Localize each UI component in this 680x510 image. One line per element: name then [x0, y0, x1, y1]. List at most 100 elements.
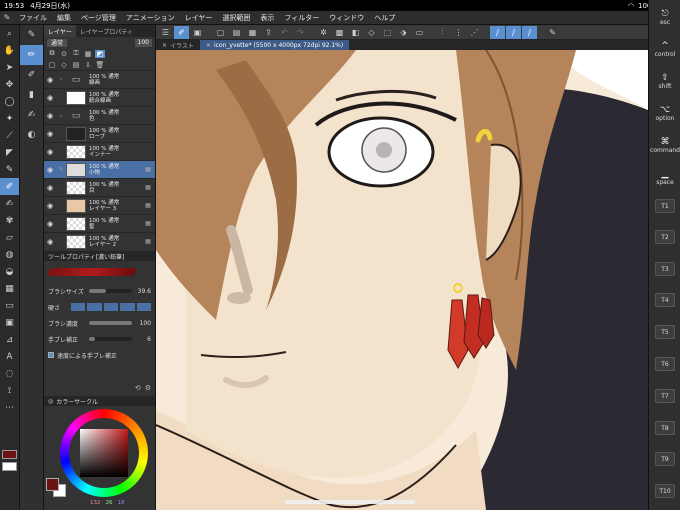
- color-wheel-tab-icon[interactable]: ◎: [48, 398, 53, 405]
- undo-icon[interactable]: ↶: [277, 26, 292, 39]
- subtool-pencil-icon[interactable]: ✎: [20, 25, 43, 45]
- airbrush-icon[interactable]: ✍: [0, 195, 19, 212]
- blend-mode-select[interactable]: 通常: [47, 38, 68, 47]
- t1-key[interactable]: T1: [655, 199, 675, 213]
- move-layer-icon[interactable]: ✥: [0, 76, 19, 93]
- blend-icon[interactable]: ◍: [0, 246, 19, 263]
- stabilization-slider[interactable]: [89, 337, 132, 341]
- eyedropper-icon[interactable]: ⟋: [0, 127, 19, 144]
- app-logo-icon[interactable]: ✎: [0, 13, 14, 22]
- settings-icon[interactable]: ⚙: [145, 384, 151, 394]
- balloon-icon[interactable]: ◌: [0, 365, 19, 382]
- layer-row[interactable]: ◉ 100 % 通常 ローブ: [44, 124, 155, 142]
- collapse-icon[interactable]: ⌄: [56, 112, 66, 119]
- pen-mode-icon[interactable]: ✐: [174, 25, 189, 39]
- layer-row[interactable]: ◉ 100 % 通常髪 ▦: [44, 214, 155, 232]
- eye-icon[interactable]: ◉: [44, 238, 56, 245]
- tool-extra-icon[interactable]: ⋯: [0, 399, 19, 416]
- speed-stab-checkbox[interactable]: [48, 352, 54, 358]
- new-raster-icon[interactable]: ▢: [47, 61, 57, 69]
- t7-key[interactable]: T7: [655, 389, 675, 403]
- t8-key[interactable]: T8: [655, 421, 675, 435]
- edit-shortcut-icon[interactable]: ✎: [545, 26, 560, 39]
- menu-layer[interactable]: レイヤー: [180, 13, 218, 23]
- pencil-tool-icon[interactable]: ✎: [0, 161, 19, 178]
- command-key[interactable]: ⌘ command: [650, 134, 680, 158]
- gradient-icon[interactable]: ▦: [0, 280, 19, 297]
- fill-icon[interactable]: ◧: [348, 26, 363, 39]
- menu-window[interactable]: ウィンドウ: [324, 13, 369, 23]
- shift-key[interactable]: ⇧ shift: [651, 70, 679, 94]
- brush-tool-icon[interactable]: ✐: [0, 178, 19, 195]
- decoration-icon[interactable]: ✾: [0, 212, 19, 229]
- mask-icon[interactable]: ◩: [95, 49, 105, 58]
- frame-icon[interactable]: ▣: [0, 314, 19, 331]
- density-slider[interactable]: [89, 321, 132, 325]
- close-icon[interactable]: ×: [162, 42, 167, 49]
- menu-file[interactable]: ファイル: [14, 13, 52, 23]
- lock-icon[interactable]: ⚿: [71, 49, 81, 58]
- hardness-option[interactable]: [71, 303, 86, 311]
- sub-color-chip[interactable]: [2, 462, 17, 471]
- eye-icon[interactable]: ◉: [44, 76, 56, 83]
- pen-icon[interactable]: ◤: [0, 144, 19, 161]
- tab-layer[interactable]: レイヤー: [44, 25, 76, 37]
- border-icon[interactable]: ▭: [412, 26, 427, 39]
- lasso-icon[interactable]: ◯: [0, 93, 19, 110]
- eye-icon[interactable]: ◉: [44, 166, 56, 173]
- subtool-pen-icon[interactable]: ✐: [20, 65, 43, 85]
- operation-icon[interactable]: ➤: [0, 59, 19, 76]
- t5-key[interactable]: T5: [655, 325, 675, 339]
- lock-transparent-icon[interactable]: ▦: [83, 50, 93, 58]
- brush-size-slider[interactable]: [89, 289, 132, 293]
- select-off-icon[interactable]: ⬚: [380, 26, 395, 39]
- menu-animation[interactable]: アニメーション: [121, 13, 180, 23]
- tab-icon-yvette[interactable]: × icon_yvette* (5500 x 4000px 72dpi 92.1…: [199, 40, 350, 50]
- layer-row[interactable]: ◉ 100 % 通常 インナー: [44, 142, 155, 160]
- menu-help[interactable]: ヘルプ: [369, 13, 400, 23]
- main-color-chip[interactable]: [2, 450, 17, 459]
- t6-key[interactable]: T6: [655, 357, 675, 371]
- drawing-canvas[interactable]: [156, 50, 648, 510]
- expand-icon[interactable]: ›: [56, 76, 66, 83]
- t10-key[interactable]: T10: [655, 484, 675, 498]
- saturation-value-square[interactable]: [80, 429, 128, 477]
- text-icon[interactable]: A: [0, 348, 19, 365]
- magic-wand-icon[interactable]: ✦: [0, 110, 19, 127]
- layer-row[interactable]: ◉ ⌄ ▭ 100 % 通常色: [44, 106, 155, 124]
- t4-key[interactable]: T4: [655, 293, 675, 307]
- eye-icon[interactable]: ◉: [44, 220, 56, 227]
- esc-key[interactable]: ⎋ esc: [651, 6, 679, 30]
- close-icon[interactable]: ×: [206, 42, 211, 49]
- clear-outside-icon[interactable]: ▩: [332, 26, 347, 39]
- hardness-option[interactable]: [87, 303, 102, 311]
- eye-icon[interactable]: ◉: [44, 202, 56, 209]
- eye-icon[interactable]: ◉: [44, 94, 56, 101]
- eye-icon[interactable]: ◉: [44, 112, 56, 119]
- eye-icon[interactable]: ◉: [44, 130, 56, 137]
- layer-row[interactable]: ◉ 100 % 通常 統合線画: [44, 88, 155, 106]
- subtool-brush-icon[interactable]: ✍: [20, 105, 43, 125]
- hardness-option[interactable]: [103, 303, 119, 311]
- new-vector-icon[interactable]: ◇: [59, 61, 69, 69]
- reset-icon[interactable]: ⟲: [135, 384, 141, 394]
- control-key[interactable]: ^ control: [651, 38, 679, 62]
- option-key[interactable]: ⌥ option: [651, 102, 679, 126]
- hardness-option[interactable]: [120, 303, 135, 311]
- transform-icon[interactable]: ◇: [364, 26, 379, 39]
- redo-icon[interactable]: ↷: [293, 26, 308, 39]
- export-icon[interactable]: ⇪: [261, 26, 276, 39]
- snap-off-icon[interactable]: ⫶: [435, 26, 450, 39]
- invert-selection-icon[interactable]: ⬗: [396, 26, 411, 39]
- save-icon[interactable]: ▦: [245, 26, 260, 39]
- correct-line-icon[interactable]: ⟟: [0, 382, 19, 399]
- menu-filter[interactable]: フィルター: [279, 13, 324, 23]
- subtool-dark-pencil-icon[interactable]: ✏: [20, 45, 43, 65]
- tab-layer-property[interactable]: レイヤープロパティ: [76, 25, 137, 37]
- subtool-marker-icon[interactable]: ▮: [20, 85, 43, 105]
- t2-key[interactable]: T2: [655, 230, 675, 244]
- color-wheel[interactable]: [60, 409, 148, 497]
- menu-edit[interactable]: 編集: [52, 13, 76, 23]
- hardness-option[interactable]: [136, 303, 152, 311]
- zoom-icon[interactable]: ⌕: [0, 25, 19, 42]
